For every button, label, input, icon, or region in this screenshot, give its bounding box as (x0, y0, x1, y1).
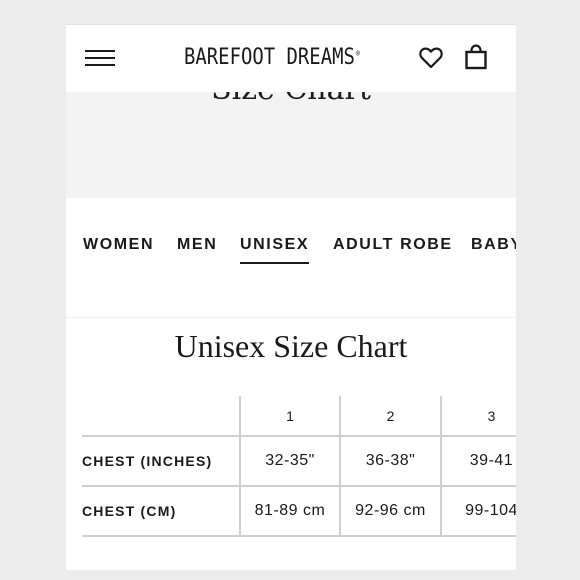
row-label: CHEST (INCHES) (82, 453, 213, 469)
hero-banner: Size Chart (66, 92, 516, 198)
size-category-tabs: WOMEN MEN UNISEX ADULT ROBE BABY (66, 198, 516, 318)
tab-baby[interactable]: BABY (471, 236, 516, 262)
tab-unisex[interactable]: UNISEX (240, 236, 310, 264)
brand-logo[interactable]: BAREFOOT DREAMS® (184, 45, 360, 70)
column-header: 3 (440, 396, 516, 436)
table-cell: 99-104 (440, 486, 516, 536)
page: BAREFOOT DREAMS® Size Chart WOMEN MEN UN… (66, 24, 516, 570)
table-row: CHEST (CM) 81-89 cm 92-96 cm 99-104 (82, 486, 516, 536)
table-cell: 81-89 cm (239, 486, 340, 536)
table-row: CHEST (INCHES) 32-35" 36-38" 39-41 (82, 436, 516, 486)
table-cell: 36-38" (339, 436, 441, 486)
table-cell: 92-96 cm (339, 486, 441, 536)
banner-title: Size Chart (66, 92, 516, 107)
tab-adult-robe[interactable]: ADULT ROBE (333, 236, 453, 262)
shopping-bag-icon[interactable] (464, 44, 488, 70)
size-table: 1 2 3 CHEST (INCHES) 32-35" 36-38" 39-41… (82, 396, 516, 537)
column-header: 2 (339, 396, 441, 436)
table-cell: 39-41 (440, 436, 516, 486)
tab-men[interactable]: MEN (177, 236, 217, 262)
column-header: 1 (239, 396, 340, 436)
menu-icon[interactable] (85, 48, 115, 68)
heart-icon[interactable] (419, 47, 443, 69)
size-chart-title: Unisex Size Chart (174, 328, 408, 364)
table-cell: 32-35" (239, 436, 340, 486)
site-header: BAREFOOT DREAMS® (66, 24, 516, 92)
row-label: CHEST (CM) (82, 503, 177, 519)
table-header-row: 1 2 3 (82, 396, 516, 436)
tab-women[interactable]: WOMEN (83, 236, 154, 262)
brand-name: BAREFOOT DREAMS (184, 45, 355, 70)
brand-registered-mark: ® (355, 48, 360, 58)
header-empty-cell (82, 396, 240, 436)
